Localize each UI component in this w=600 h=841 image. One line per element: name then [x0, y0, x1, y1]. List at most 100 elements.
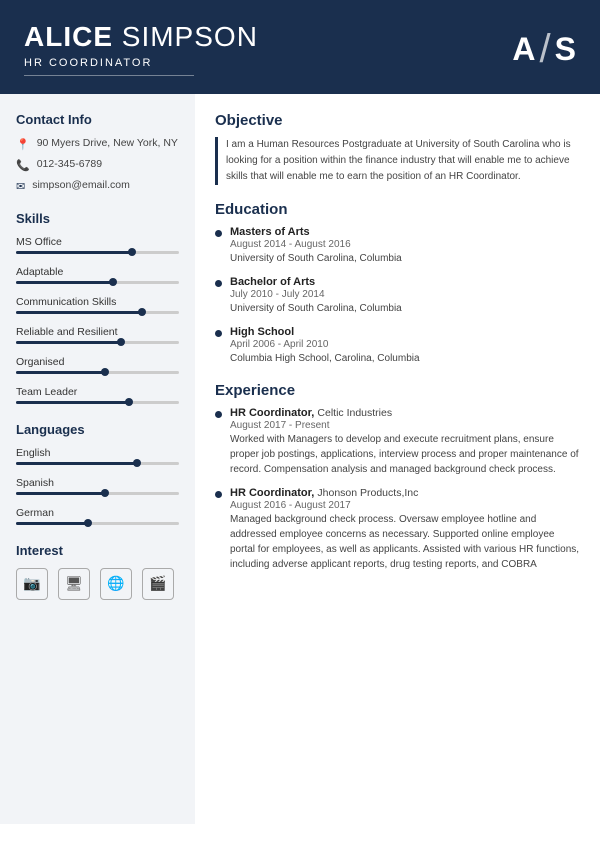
skill-label: Communication Skills	[16, 296, 179, 308]
header-title: HR COORDINATOR	[24, 57, 194, 76]
experience-title-text: HR Coordinator, Celtic Industries	[230, 407, 580, 419]
skill-label: Adaptable	[16, 266, 179, 278]
resume-body: Contact Info 📍 90 Myers Drive, New York,…	[0, 94, 600, 824]
education-item: Masters of Arts August 2014 - August 201…	[215, 226, 580, 266]
education-dates: August 2014 - August 2016	[230, 239, 402, 250]
experience-item: HR Coordinator, Celtic Industries August…	[215, 407, 580, 477]
experience-description: Managed background check process. Oversa…	[230, 512, 580, 572]
skill-bar-fill	[16, 401, 130, 404]
language-bar-track	[16, 522, 179, 525]
header-monogram: A / S	[512, 29, 576, 69]
language-bar-fill	[16, 462, 138, 465]
education-degree: Masters of Arts	[230, 226, 402, 238]
experience-title: Experience	[215, 382, 580, 399]
interest-icon: 🖥	[58, 568, 90, 600]
experience-company: Jhonson Products,Inc	[317, 487, 418, 499]
skills-section: Skills MS Office Adaptable Communication…	[16, 211, 179, 404]
main-content: Objective I am a Human Resources Postgra…	[195, 94, 600, 824]
experience-description: Worked with Managers to develop and exec…	[230, 432, 580, 477]
interest-icon: 🎬	[142, 568, 174, 600]
languages-title: Languages	[16, 422, 179, 437]
bullet	[215, 411, 222, 418]
location-icon: 📍	[16, 138, 30, 151]
header-name-block: ALICE SIMPSON HR COORDINATOR	[24, 22, 258, 76]
education-degree: Bachelor of Arts	[230, 276, 402, 288]
language-bar-track	[16, 462, 179, 465]
education-school: University of South Carolina, Columbia	[230, 301, 402, 316]
bullet	[215, 280, 222, 287]
skill-bar-fill	[16, 281, 114, 284]
education-content: Masters of Arts August 2014 - August 201…	[230, 226, 402, 266]
contact-phone: 012-345-6789	[37, 158, 102, 170]
experience-content: HR Coordinator, Celtic Industries August…	[230, 407, 580, 477]
contact-section: Contact Info 📍 90 Myers Drive, New York,…	[16, 112, 179, 193]
email-icon: ✉	[16, 180, 25, 193]
contact-email-item: ✉ simpson@email.com	[16, 179, 179, 193]
education-item: Bachelor of Arts July 2010 - July 2014 U…	[215, 276, 580, 316]
skill-label: Reliable and Resilient	[16, 326, 179, 338]
skills-title: Skills	[16, 211, 179, 226]
skill-bar-track	[16, 341, 179, 344]
skill-label: MS Office	[16, 236, 179, 248]
experience-title-text: HR Coordinator, Jhonson Products,Inc	[230, 487, 580, 499]
skills-list: MS Office Adaptable Communication Skills…	[16, 236, 179, 404]
bullet	[215, 230, 222, 237]
skill-item: Communication Skills	[16, 296, 179, 314]
language-label: English	[16, 447, 179, 459]
interest-icon: 🌐	[100, 568, 132, 600]
skill-item: Organised	[16, 356, 179, 374]
skill-bar-track	[16, 371, 179, 374]
skill-bar-fill	[16, 341, 122, 344]
contact-email: simpson@email.com	[32, 179, 130, 191]
skill-bar-fill	[16, 371, 106, 374]
header-name: ALICE SIMPSON	[24, 22, 258, 53]
languages-list: English Spanish German	[16, 447, 179, 525]
interest-section: Interest 📷🖥🌐🎬	[16, 543, 179, 600]
skill-label: Organised	[16, 356, 179, 368]
resume-header: ALICE SIMPSON HR COORDINATOR A / S	[0, 0, 600, 94]
language-bar-track	[16, 492, 179, 495]
skill-item: Adaptable	[16, 266, 179, 284]
education-dates: April 2006 - April 2010	[230, 339, 420, 350]
skill-bar-track	[16, 311, 179, 314]
experience-dates: August 2016 - August 2017	[230, 500, 580, 511]
sidebar: Contact Info 📍 90 Myers Drive, New York,…	[0, 94, 195, 824]
phone-icon: 📞	[16, 159, 30, 172]
contact-title: Contact Info	[16, 112, 179, 127]
objective-text: I am a Human Resources Postgraduate at U…	[215, 137, 580, 185]
contact-address: 90 Myers Drive, New York, NY	[37, 137, 178, 149]
skill-bar-fill	[16, 251, 133, 254]
education-dates: July 2010 - July 2014	[230, 289, 402, 300]
contact-address-item: 📍 90 Myers Drive, New York, NY	[16, 137, 179, 151]
language-item: German	[16, 507, 179, 525]
education-degree: High School	[230, 326, 420, 338]
language-bar-fill	[16, 492, 106, 495]
education-school: University of South Carolina, Columbia	[230, 251, 402, 266]
experience-content: HR Coordinator, Jhonson Products,Inc Aug…	[230, 487, 580, 572]
skill-item: Team Leader	[16, 386, 179, 404]
bullet	[215, 330, 222, 337]
education-section: Education Masters of Arts August 2014 - …	[215, 201, 580, 366]
skill-bar-track	[16, 401, 179, 404]
experience-list: HR Coordinator, Celtic Industries August…	[215, 407, 580, 572]
language-label: German	[16, 507, 179, 519]
bullet	[215, 491, 222, 498]
experience-item: HR Coordinator, Jhonson Products,Inc Aug…	[215, 487, 580, 572]
experience-section: Experience HR Coordinator, Celtic Indust…	[215, 382, 580, 572]
education-title: Education	[215, 201, 580, 218]
skill-label: Team Leader	[16, 386, 179, 398]
experience-company: Celtic Industries	[317, 407, 392, 419]
language-item: Spanish	[16, 477, 179, 495]
interest-title: Interest	[16, 543, 179, 558]
skill-bar-fill	[16, 311, 143, 314]
objective-title: Objective	[215, 112, 580, 129]
language-label: Spanish	[16, 477, 179, 489]
education-item: High School April 2006 - April 2010 Colu…	[215, 326, 580, 366]
education-school: Columbia High School, Carolina, Columbia	[230, 351, 420, 366]
objective-section: Objective I am a Human Resources Postgra…	[215, 112, 580, 185]
education-content: High School April 2006 - April 2010 Colu…	[230, 326, 420, 366]
education-list: Masters of Arts August 2014 - August 201…	[215, 226, 580, 366]
experience-dates: August 2017 - Present	[230, 420, 580, 431]
education-content: Bachelor of Arts July 2010 - July 2014 U…	[230, 276, 402, 316]
skill-item: MS Office	[16, 236, 179, 254]
